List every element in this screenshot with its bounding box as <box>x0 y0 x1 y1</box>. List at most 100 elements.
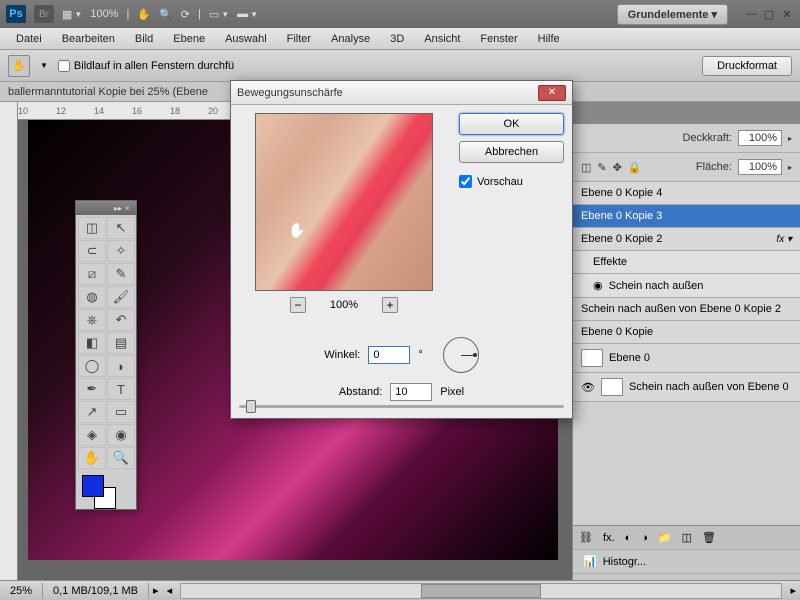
toolbox[interactable]: ▸▸ × ◫ ↖ ⊂ ✧ ⧄ ✎ ◍ 🖌 ⎈ ↶ ◧ ▤ ◯ ◗ ✒ T ↗ ▭… <box>75 200 137 510</box>
collapse-icon[interactable]: ▸▸ <box>114 204 122 212</box>
caret-icon[interactable]: ▸ <box>788 134 792 143</box>
histogram-panel-tab[interactable]: 📊Histogr... <box>573 549 800 573</box>
wand-tool-icon[interactable]: ✧ <box>107 240 135 262</box>
distance-slider[interactable] <box>239 405 564 408</box>
move-tool-icon[interactable]: ↖ <box>107 217 135 239</box>
close-icon[interactable]: × <box>125 204 133 212</box>
menu-3d[interactable]: 3D <box>380 30 414 48</box>
caret-icon[interactable]: ▸ <box>788 163 792 172</box>
history-brush-icon[interactable]: ↶ <box>107 309 135 331</box>
brush-tool-icon[interactable]: 🖌 <box>107 286 135 308</box>
menu-datei[interactable]: Datei <box>6 30 52 48</box>
dialog-close-button[interactable]: ✕ <box>538 85 566 101</box>
hand-tool-icon[interactable]: ✋ <box>137 8 151 21</box>
gradient-tool-icon[interactable]: ▤ <box>107 332 135 354</box>
layer-item[interactable]: Ebene 0 Kopie 2fx ▾ <box>573 228 800 251</box>
eraser-tool-icon[interactable]: ◧ <box>78 332 106 354</box>
preview-checkbox[interactable]: Vorschau <box>459 175 564 188</box>
workspace-switcher[interactable]: Grundelemente ▾ <box>617 4 728 25</box>
maximize-icon[interactable]: ▢ <box>762 7 776 21</box>
lock-transparent-icon[interactable]: ◫ <box>581 161 591 174</box>
layer-item[interactable]: 👁Schein nach außen von Ebene 0 <box>573 373 800 402</box>
arrange-icon[interactable]: ▭▼ <box>209 8 229 21</box>
heal-tool-icon[interactable]: ◍ <box>78 286 106 308</box>
minimize-icon[interactable]: — <box>744 7 758 21</box>
close-icon[interactable]: ✕ <box>780 7 794 21</box>
layer-item[interactable]: Ebene 0 Kopie <box>573 321 800 344</box>
bridge-logo-icon[interactable]: Br <box>34 5 54 23</box>
layer-item[interactable]: Ebene 0 Kopie 4 <box>573 182 800 205</box>
mask-icon[interactable]: ◐ <box>625 532 632 544</box>
path-tool-icon[interactable]: ↗ <box>78 401 106 423</box>
status-zoom[interactable]: 25% <box>0 583 43 599</box>
layout-icon[interactable]: ▦▼ <box>62 8 82 21</box>
menu-ansicht[interactable]: Ansicht <box>414 30 470 48</box>
screen-icon[interactable]: ▬▼ <box>237 8 258 20</box>
dialog-titlebar[interactable]: Bewegungsunschärfe ✕ <box>231 81 572 105</box>
fx-badge[interactable]: fx ▾ <box>776 234 792 245</box>
lock-brush-icon[interactable]: ✎ <box>597 161 606 174</box>
trash-icon[interactable]: 🗑 <box>702 531 716 544</box>
menu-auswahl[interactable]: Auswahl <box>215 30 277 48</box>
zoom-out-button[interactable]: − <box>290 297 306 313</box>
foreground-color-swatch[interactable] <box>82 475 104 497</box>
lock-all-icon[interactable]: 🔒 <box>628 161 642 174</box>
menu-ebene[interactable]: Ebene <box>163 30 215 48</box>
hand-tool-preset-icon[interactable]: ✋ <box>8 55 30 77</box>
stamp-tool-icon[interactable]: ⎈ <box>78 309 106 331</box>
crop-tool-icon[interactable]: ⧄ <box>78 263 106 285</box>
angle-input[interactable] <box>368 346 410 364</box>
panel-tabs[interactable] <box>573 102 800 124</box>
menu-fenster[interactable]: Fenster <box>470 30 527 48</box>
zoom-level[interactable]: 100% <box>90 8 118 20</box>
adjust-icon[interactable]: ◑ <box>641 532 648 544</box>
dropdown-caret-icon[interactable]: ▼ <box>40 61 48 70</box>
zoom-tool-icon[interactable]: 🔍 <box>159 8 173 21</box>
horizontal-scrollbar[interactable] <box>180 583 782 599</box>
hand-tool-icon[interactable]: ✋ <box>78 447 106 469</box>
visibility-icon[interactable]: 👁 <box>581 381 595 394</box>
folder-icon[interactable]: 📁 <box>658 531 672 544</box>
layer-item[interactable]: Ebene 0 Kopie 3 <box>573 205 800 228</box>
shape-tool-icon[interactable]: ▭ <box>107 401 135 423</box>
scroll-all-checkbox[interactable]: Bildlauf in allen Fenstern durchfü <box>58 60 234 72</box>
menu-hilfe[interactable]: Hilfe <box>528 30 570 48</box>
layer-effects-header[interactable]: Effekte <box>573 251 800 274</box>
preview-area[interactable]: ✋ <box>255 113 433 291</box>
menu-analyse[interactable]: Analyse <box>321 30 380 48</box>
pen-tool-icon[interactable]: ✒ <box>78 378 106 400</box>
type-tool-icon[interactable]: T <box>107 378 135 400</box>
scroll-right-icon[interactable]: ▸ <box>786 584 800 597</box>
layer-item[interactable]: Schein nach außen von Ebene 0 Kopie 2 <box>573 298 800 321</box>
print-format-button[interactable]: Druckformat <box>702 56 792 76</box>
dodge-tool-icon[interactable]: ◗ <box>107 355 135 377</box>
lock-move-icon[interactable]: ✥ <box>613 161 622 174</box>
toolbox-header[interactable]: ▸▸ × <box>76 201 136 215</box>
link-icon[interactable]: ⛓ <box>579 531 593 544</box>
lasso-tool-icon[interactable]: ⊂ <box>78 240 106 262</box>
marquee-tool-icon[interactable]: ◫ <box>78 217 106 239</box>
ruler-vertical[interactable] <box>0 102 18 600</box>
angle-dial[interactable] <box>443 337 479 373</box>
menu-filter[interactable]: Filter <box>277 30 321 48</box>
new-layer-icon[interactable]: ◫ <box>682 531 692 544</box>
fill-input[interactable]: 100% <box>738 159 782 175</box>
3d-cam-icon[interactable]: ◉ <box>107 424 135 446</box>
slider-thumb[interactable] <box>246 400 256 413</box>
layer-item[interactable]: Ebene 0 <box>573 344 800 373</box>
fx-icon[interactable]: fx. <box>603 532 615 544</box>
ok-button[interactable]: OK <box>459 113 564 135</box>
photoshop-logo-icon[interactable]: Ps <box>6 5 26 23</box>
3d-tool-icon[interactable]: ◈ <box>78 424 106 446</box>
layer-effect-item[interactable]: ◉ Schein nach außen <box>573 274 800 298</box>
status-size[interactable]: 0,1 MB/109,1 MB <box>43 583 149 599</box>
blur-tool-icon[interactable]: ◯ <box>78 355 106 377</box>
caret-icon[interactable]: ▸ <box>149 584 163 597</box>
scroll-left-icon[interactable]: ◂ <box>163 584 177 597</box>
zoom-tool-icon[interactable]: 🔍 <box>107 447 135 469</box>
opacity-input[interactable]: 100% <box>738 130 782 146</box>
rotate-icon[interactable]: ⟳ <box>181 8 190 21</box>
cancel-button[interactable]: Abbrechen <box>459 141 564 163</box>
distance-input[interactable] <box>390 383 432 401</box>
menu-bearbeiten[interactable]: Bearbeiten <box>52 30 125 48</box>
